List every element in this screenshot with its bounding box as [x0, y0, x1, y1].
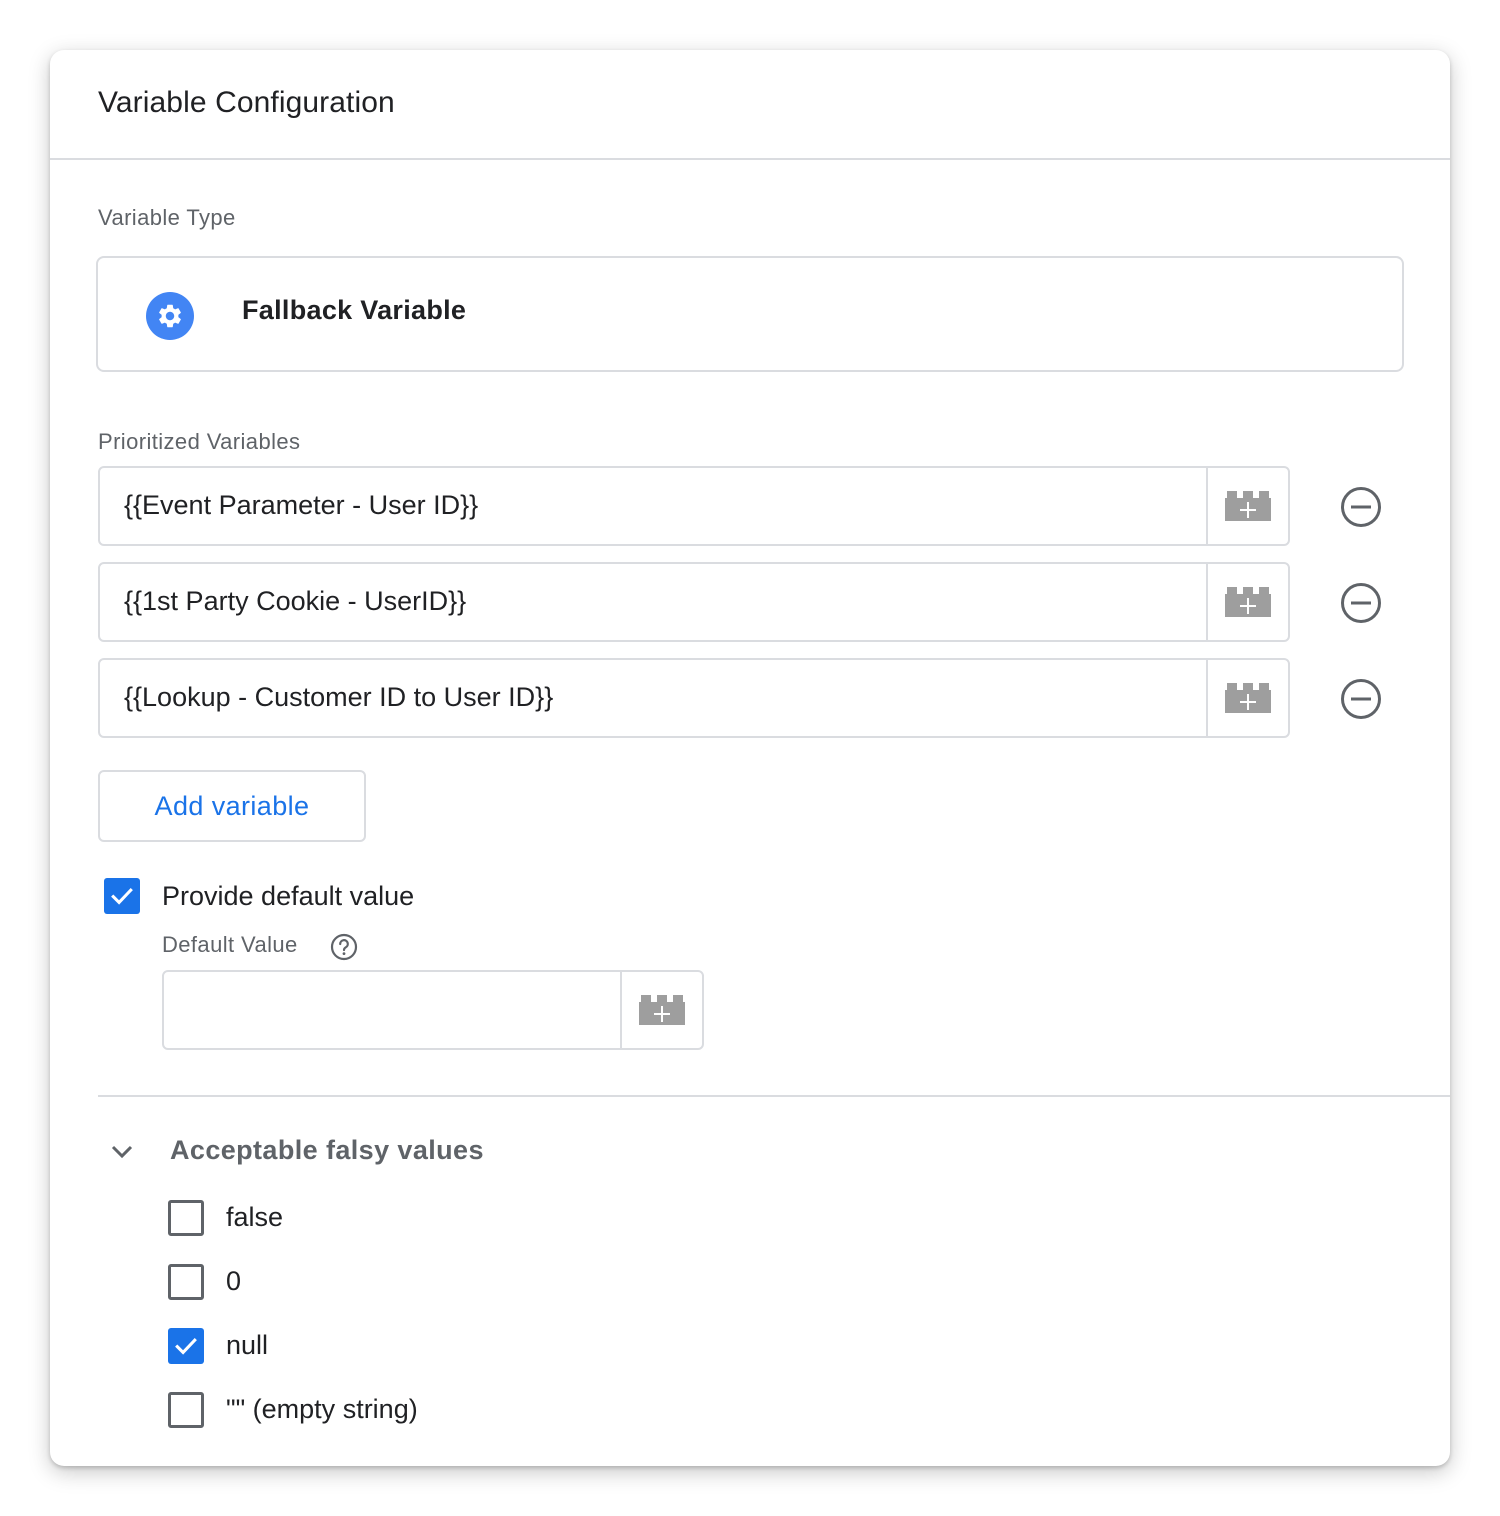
minus-circle-icon: [1341, 583, 1381, 623]
section-divider: [98, 1095, 1450, 1097]
minus-circle-icon: [1341, 487, 1381, 527]
prioritized-variable-value: {{Lookup - Customer ID to User ID}}: [124, 682, 554, 712]
variable-type-label: Variable Type: [98, 205, 236, 230]
prioritized-variable-field[interactable]: {{Event Parameter - User ID}}: [98, 466, 1290, 546]
falsy-values-title: Acceptable falsy values: [170, 1135, 484, 1165]
prioritized-variable-value: {{1st Party Cookie - UserID}}: [124, 586, 467, 616]
falsy-values-toggle[interactable]: Acceptable falsy values: [106, 1132, 526, 1172]
variable-type-selector[interactable]: Fallback Variable: [96, 256, 1404, 372]
prioritized-variable-value: {{Event Parameter - User ID}}: [124, 490, 479, 520]
provide-default-value-label: Provide default value: [162, 881, 415, 911]
default-value-input[interactable]: [176, 986, 610, 1036]
add-variable-brick-icon: [639, 995, 685, 1025]
add-variable-brick-icon: [1225, 587, 1271, 617]
gear-icon: [146, 292, 194, 340]
variable-picker-button[interactable]: [1206, 468, 1288, 544]
variable-type-name: Fallback Variable: [242, 295, 467, 325]
remove-variable-button[interactable]: [1340, 678, 1382, 720]
provide-default-value-checkbox[interactable]: [104, 878, 140, 914]
falsy-zero-checkbox[interactable]: [168, 1264, 204, 1300]
prioritized-variable-field[interactable]: {{Lookup - Customer ID to User ID}}: [98, 658, 1290, 738]
prioritized-variable-field[interactable]: {{1st Party Cookie - UserID}}: [98, 562, 1290, 642]
falsy-null-checkbox[interactable]: [168, 1328, 204, 1364]
add-variable-brick-icon: [1225, 683, 1271, 713]
remove-variable-button[interactable]: [1340, 582, 1382, 624]
prioritized-variable-row: {{Event Parameter - User ID}}: [98, 466, 1398, 546]
falsy-false-label: false: [226, 1202, 284, 1232]
prioritized-variable-row: {{1st Party Cookie - UserID}}: [98, 562, 1398, 642]
card-header: Variable Configuration: [50, 50, 1450, 160]
add-variable-brick-icon: [1225, 491, 1271, 521]
falsy-null-label: null: [226, 1330, 269, 1360]
default-value-label: Default Value: [162, 932, 298, 957]
variable-picker-button[interactable]: [1206, 564, 1288, 640]
checkmark-icon: [111, 888, 133, 905]
page-title: Variable Configuration: [98, 86, 395, 119]
variable-picker-button[interactable]: [620, 972, 702, 1048]
prioritized-variables-label: Prioritized Variables: [98, 429, 301, 454]
help-icon[interactable]: [330, 933, 358, 961]
minus-circle-icon: [1341, 679, 1381, 719]
variable-picker-button[interactable]: [1206, 660, 1288, 736]
variable-configuration-card: Variable Configuration Variable Type Fal…: [50, 50, 1450, 1466]
prioritized-variable-row: {{Lookup - Customer ID to User ID}}: [98, 658, 1398, 738]
falsy-empty-string-label: "" (empty string): [226, 1394, 418, 1424]
remove-variable-button[interactable]: [1340, 486, 1382, 528]
checkmark-icon: [175, 1338, 197, 1355]
falsy-false-checkbox[interactable]: [168, 1200, 204, 1236]
default-value-field[interactable]: [162, 970, 704, 1050]
falsy-zero-label: 0: [226, 1266, 242, 1296]
chevron-down-icon: [111, 1145, 133, 1159]
add-variable-button[interactable]: Add variable: [98, 770, 366, 842]
falsy-empty-string-checkbox[interactable]: [168, 1392, 204, 1428]
